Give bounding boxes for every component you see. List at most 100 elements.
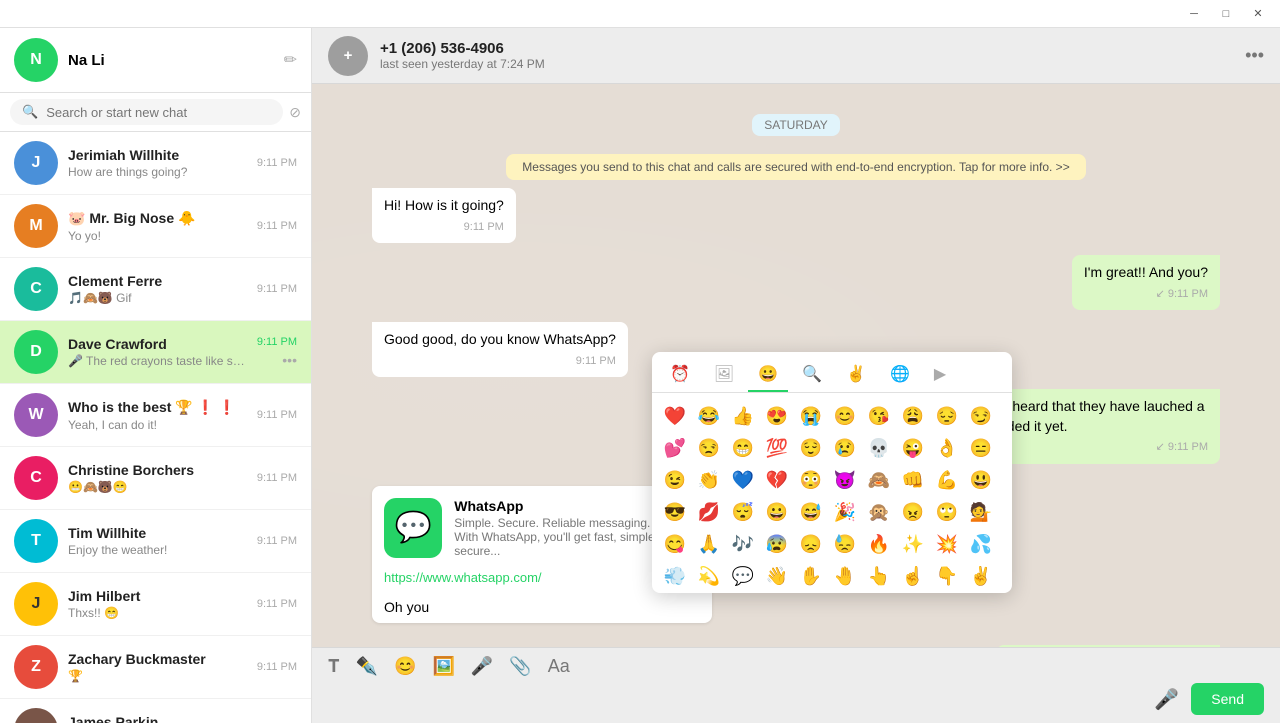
emoji-cell[interactable]: 😉 [660, 465, 690, 495]
emoji-tab-recent[interactable]: ⏰ [660, 358, 700, 392]
emoji-cell[interactable]: 😅 [796, 497, 826, 527]
emoji-cell[interactable]: 👏 [694, 465, 724, 495]
chat-item[interactable]: W Who is the best 🏆 ❗ ❗ Yeah, I can do i… [0, 384, 311, 447]
emoji-cell[interactable]: ✨ [898, 529, 928, 559]
emoji-cell[interactable]: 👋 [762, 561, 792, 591]
emoji-cell[interactable]: 😓 [830, 529, 860, 559]
microphone-button[interactable]: 🎤 [1154, 687, 1179, 712]
chat-name: Christine Borchers [68, 462, 247, 478]
chat-item[interactable]: Z Zachary Buckmaster 🏆 9:11 PM [0, 636, 311, 699]
emoji-cell[interactable]: ✋ [796, 561, 826, 591]
emoji-cell[interactable]: 🙄 [932, 497, 962, 527]
send-button[interactable]: Send [1191, 683, 1264, 715]
edit-icon[interactable]: ✏ [284, 50, 297, 70]
emoji-cell[interactable]: 😎 [660, 497, 690, 527]
emoji-tab-play[interactable]: ▶ [924, 358, 956, 392]
filter-icon[interactable]: ⊘ [289, 104, 301, 121]
emoji-cell[interactable]: 🙈 [864, 465, 894, 495]
close-button[interactable]: ✕ [1244, 4, 1272, 24]
emoji-cell[interactable]: 💪 [932, 465, 962, 495]
chat-options-icon[interactable]: ••• [282, 352, 297, 368]
emoji-cell[interactable]: 😁 [728, 433, 758, 463]
emoji-tab-stickers[interactable]: 🖼 [704, 358, 744, 392]
emoji-cell[interactable]: 😭 [796, 401, 826, 431]
emoji-cell[interactable]: 🎉 [830, 497, 860, 527]
chat-item[interactable]: J Jerimiah Willhite How are things going… [0, 132, 311, 195]
emoji-cell[interactable]: 😏 [966, 401, 996, 431]
font-button[interactable]: Aa [548, 656, 570, 677]
emoji-tab-gestures[interactable]: ✌️ [836, 358, 876, 392]
attach-button[interactable]: 📎 [509, 656, 531, 677]
emoji-cell[interactable]: 👆 [864, 561, 894, 591]
emoji-cell[interactable]: 💫 [694, 561, 724, 591]
emoji-cell[interactable]: 💁 [966, 497, 996, 527]
emoji-cell[interactable]: 😘 [864, 401, 894, 431]
chat-item[interactable]: C Clement Ferre 🎵🙈🐻 Gif 9:11 PM [0, 258, 311, 321]
emoji-cell[interactable]: 😳 [796, 465, 826, 495]
emoji-cell[interactable]: 😩 [898, 401, 928, 431]
chat-item[interactable]: D Dave Crawford 🎤 The red crayons taste … [0, 321, 311, 384]
emoji-cell[interactable]: 😠 [898, 497, 928, 527]
emoji-cell[interactable]: ✌️ [966, 561, 996, 591]
emoji-cell[interactable]: 💨 [660, 561, 690, 591]
emoji-cell[interactable]: 💙 [728, 465, 758, 495]
emoji-cell[interactable]: 🎶 [728, 529, 758, 559]
emoji-button[interactable]: 😊 [394, 656, 416, 677]
emoji-cell[interactable]: 😒 [694, 433, 724, 463]
emoji-cell[interactable]: 💀 [864, 433, 894, 463]
voice-record-button[interactable]: 🎤 [471, 656, 493, 677]
emoji-cell[interactable]: 💬 [728, 561, 758, 591]
emoji-cell[interactable]: 😑 [966, 433, 996, 463]
emoji-cell[interactable]: 😀 [762, 497, 792, 527]
emoji-cell[interactable]: 🤚 [830, 561, 860, 591]
text-format-button[interactable]: 𝐓 [328, 656, 340, 677]
emoji-cell[interactable]: 👌 [932, 433, 962, 463]
emoji-cell[interactable]: 😔 [932, 401, 962, 431]
emoji-cell[interactable]: 🙏 [694, 529, 724, 559]
emoji-cell[interactable]: 😃 [966, 465, 996, 495]
chat-item[interactable]: T Tim Willhite Enjoy the weather! 9:11 P… [0, 510, 311, 573]
emoji-cell[interactable]: 😍 [762, 401, 792, 431]
contact-info[interactable]: +1 (206) 536-4906 last seen yesterday at… [380, 40, 1233, 71]
emoji-cell[interactable]: 😢 [830, 433, 860, 463]
maximize-button[interactable]: □ [1212, 4, 1240, 24]
emoji-cell[interactable]: 💦 [966, 529, 996, 559]
emoji-cell[interactable]: ❤️ [660, 401, 690, 431]
emoji-cell[interactable]: 😌 [796, 433, 826, 463]
chat-avatar: J [14, 582, 58, 626]
emoji-tab-emoji[interactable]: 😀 [748, 358, 788, 392]
emoji-cell[interactable]: 💥 [932, 529, 962, 559]
more-options-icon[interactable]: ••• [1245, 45, 1264, 66]
emoji-cell[interactable]: 😴 [728, 497, 758, 527]
emoji-cell[interactable]: 👊 [898, 465, 928, 495]
search-input[interactable] [46, 105, 271, 120]
emoji-cell[interactable]: 💕 [660, 433, 690, 463]
emoji-cell[interactable]: 😂 [694, 401, 724, 431]
emoji-tab-objects[interactable]: 🌐 [880, 358, 920, 392]
draw-button[interactable]: ✒️ [356, 656, 378, 677]
minimize-button[interactable]: ─ [1180, 4, 1208, 24]
emoji-cell[interactable]: 💯 [762, 433, 792, 463]
emoji-cell[interactable]: 😋 [660, 529, 690, 559]
emoji-cell[interactable]: 🙊 [864, 497, 894, 527]
chat-item[interactable]: J Jim Hilbert Thxs!! 😁 9:11 PM [0, 573, 311, 636]
emoji-cell[interactable]: ☝️ [898, 561, 928, 591]
chat-item[interactable]: M 🐷 Mr. Big Nose 🐥 Yo yo! 9:11 PM [0, 195, 311, 258]
emoji-cell[interactable]: 😈 [830, 465, 860, 495]
emoji-cell[interactable]: 👇 [932, 561, 962, 591]
emoji-cell[interactable]: 👍 [728, 401, 758, 431]
emoji-cell[interactable]: 💋 [694, 497, 724, 527]
emoji-cell[interactable]: 😰 [762, 529, 792, 559]
emoji-picker: ⏰🖼😀🔍✌️🌐▶ ❤️😂👍😍😭😊😘😩😔😏💕😒😁💯😌😢💀😜👌😑😉👏💙💔😳😈🙈👊💪😃… [652, 352, 1012, 593]
image-button[interactable]: 🖼️ [432, 656, 454, 677]
message-input[interactable] [328, 687, 1142, 711]
emoji-cell[interactable]: 🔥 [864, 529, 894, 559]
emoji-cell[interactable]: 😜 [898, 433, 928, 463]
emoji-tab-search[interactable]: 🔍 [792, 358, 832, 392]
emoji-cell[interactable]: 💔 [762, 465, 792, 495]
emoji-cell[interactable]: 😊 [830, 401, 860, 431]
chat-name: Jerimiah Willhite [68, 147, 247, 163]
emoji-cell[interactable]: 😞 [796, 529, 826, 559]
chat-item[interactable]: J James Parkin 🎤 Sent you a voice messag… [0, 699, 311, 723]
chat-item[interactable]: C Christine Borchers 😬🙈🐻😁 9:11 PM [0, 447, 311, 510]
